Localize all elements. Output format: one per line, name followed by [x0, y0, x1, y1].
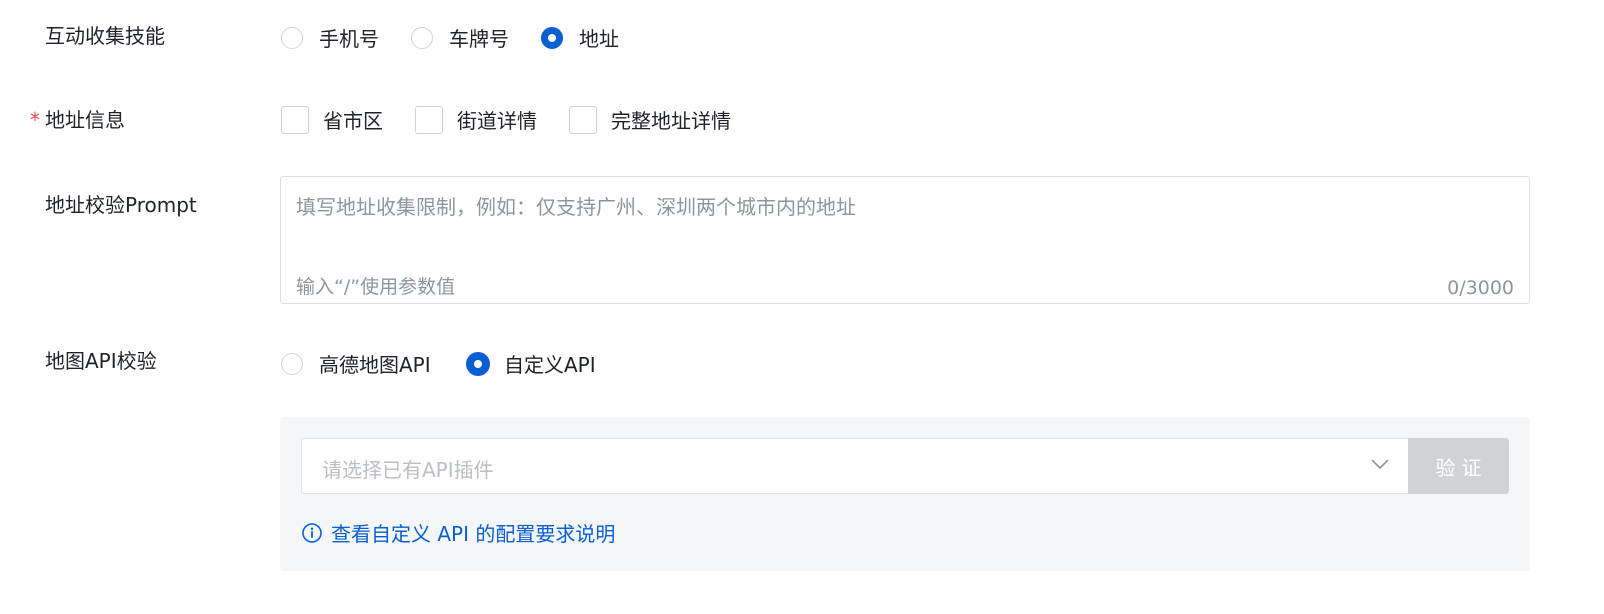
checkbox-option-street[interactable]: 街道详情	[415, 105, 537, 134]
radio-circle-selected[interactable]	[466, 351, 490, 376]
checkbox-box[interactable]	[415, 105, 443, 134]
radio-label: 高德地图API	[319, 353, 431, 377]
config-help-link[interactable]: 查看自定义 API 的配置要求说明	[301, 518, 615, 547]
checkbox-label: 街道详情	[457, 109, 537, 133]
api-plugin-select[interactable]: 请选择已有API插件	[301, 438, 1409, 494]
checkbox-box[interactable]	[569, 105, 597, 134]
skill-label: 互动收集技能	[45, 24, 165, 48]
help-link-text: 查看自定义 API 的配置要求说明	[331, 522, 616, 546]
chevron-down-icon[interactable]	[1369, 453, 1391, 475]
radio-option-plate[interactable]: 车牌号	[411, 23, 509, 52]
required-asterisk: *	[30, 108, 40, 132]
map-api-label: 地图API校验	[45, 349, 157, 373]
char-counter: 0/3000	[1447, 277, 1514, 299]
radio-label: 手机号	[319, 27, 379, 51]
prompt-param-hint: 输入“/”使用参数值	[296, 276, 456, 298]
prompt-label: 地址校验Prompt	[45, 193, 197, 217]
checkbox-option-full-address[interactable]: 完整地址详情	[569, 105, 731, 134]
custom-api-panel: 请选择已有API插件 验证 查看自定义 API 的配置要求说明	[280, 417, 1530, 571]
checkbox-box[interactable]	[281, 105, 309, 134]
prompt-placeholder: 填写地址收集限制，例如：仅支持广州、深圳两个城市内的地址	[296, 195, 856, 219]
verify-button[interactable]: 验证	[1408, 438, 1509, 494]
checkbox-label: 完整地址详情	[611, 109, 731, 133]
radio-option-address[interactable]: 地址	[541, 23, 619, 52]
radio-option-amap[interactable]: 高德地图API	[281, 349, 431, 378]
radio-label: 车牌号	[449, 27, 509, 51]
checkbox-label: 省市区	[323, 109, 383, 133]
radio-circle[interactable]	[411, 26, 433, 49]
radio-label: 自定义API	[504, 353, 596, 377]
info-circle-icon	[302, 522, 322, 543]
select-placeholder: 请选择已有API插件	[322, 458, 494, 482]
radio-circle[interactable]	[281, 352, 303, 375]
radio-option-phone[interactable]: 手机号	[281, 23, 379, 52]
radio-option-custom-api[interactable]: 自定义API	[466, 349, 596, 378]
radio-circle[interactable]	[281, 26, 303, 49]
address-info-label: 地址信息	[45, 108, 125, 132]
radio-label: 地址	[579, 27, 619, 51]
prompt-textarea[interactable]: 填写地址收集限制，例如：仅支持广州、深圳两个城市内的地址 输入“/”使用参数值 …	[280, 176, 1530, 304]
checkbox-option-province[interactable]: 省市区	[281, 105, 383, 134]
radio-circle-selected[interactable]	[541, 26, 563, 49]
